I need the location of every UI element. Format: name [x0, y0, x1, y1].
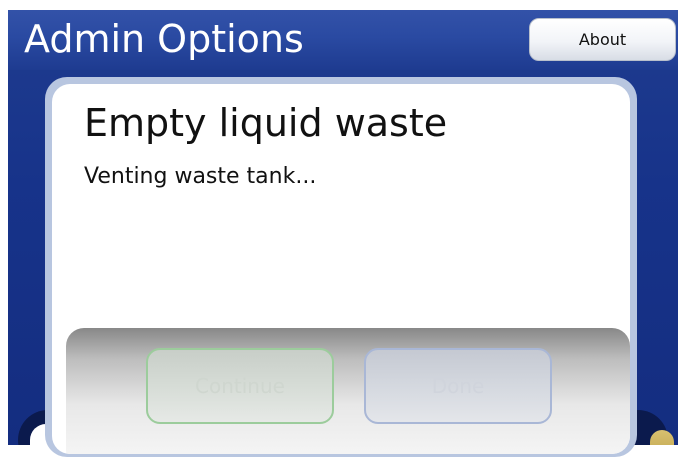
dialog-button-panel: Continue Done: [66, 328, 630, 454]
background-button-right-edge: [650, 430, 674, 445]
about-button[interactable]: About: [529, 18, 676, 61]
continue-button[interactable]: Continue: [146, 348, 334, 424]
dialog-status-message: Venting waste tank...: [84, 164, 317, 189]
dialog-title: Empty liquid waste: [84, 101, 448, 145]
page-title: Admin Options: [24, 17, 304, 61]
header-bar: Admin Options About: [8, 10, 678, 70]
done-button[interactable]: Done: [364, 348, 552, 424]
empty-waste-dialog: Empty liquid waste Venting waste tank...…: [52, 84, 630, 454]
